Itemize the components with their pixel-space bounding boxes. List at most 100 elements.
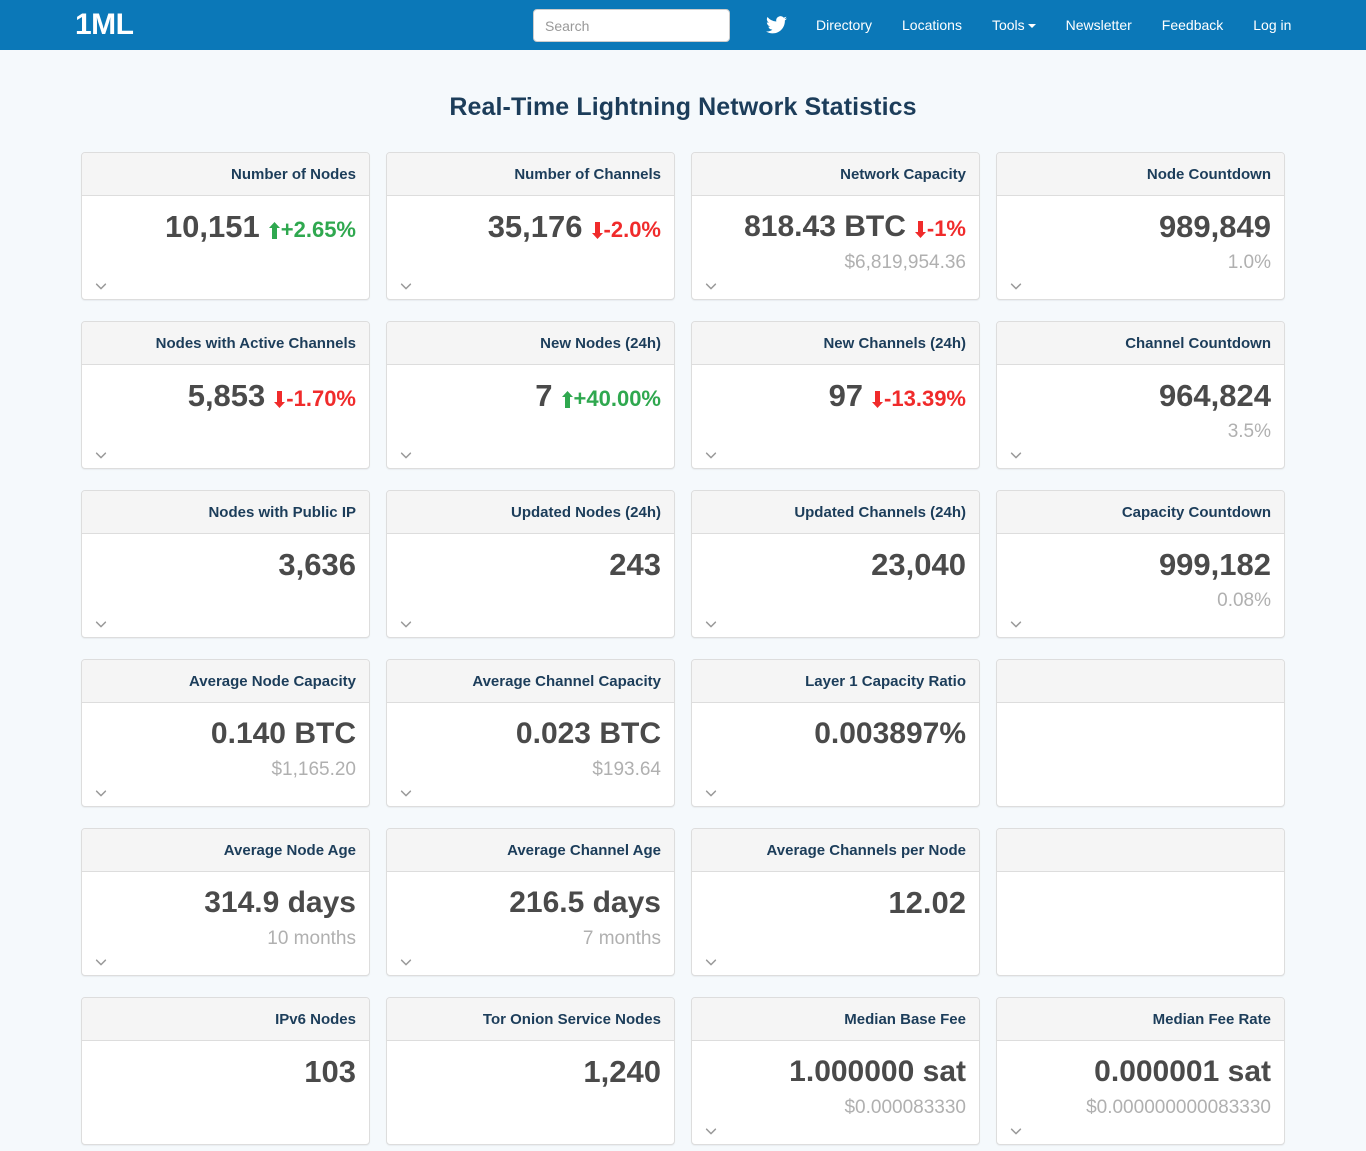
stat-card-new-nodes-24h[interactable]: New Nodes (24h) 7 +40.00% xyxy=(386,321,675,469)
stat-card-new-channels-24h[interactable]: New Channels (24h) 97 -13.39% xyxy=(691,321,980,469)
expand-chevron-down-icon[interactable] xyxy=(1009,617,1023,631)
stat-card-empty-1[interactable] xyxy=(996,659,1285,807)
expand-chevron-down-icon[interactable] xyxy=(704,786,718,800)
expand-chevron-down-icon[interactable] xyxy=(704,1124,718,1138)
stat-delta-text: -2.0% xyxy=(603,217,661,242)
stat-cell-new-channels-24h: New Channels (24h) 97 -13.39% xyxy=(683,321,988,469)
expand-chevron-down-icon[interactable] xyxy=(399,279,413,293)
stat-card-header: Number of Nodes xyxy=(82,153,369,196)
twitter-icon[interactable] xyxy=(750,0,801,50)
stat-card-nodes-with-active-channels[interactable]: Nodes with Active Channels 5,853 -1.70% xyxy=(81,321,370,469)
nav-link-label: Locations xyxy=(902,17,962,33)
stat-card-layer-1-capacity-ratio[interactable]: Layer 1 Capacity Ratio 0.003897% xyxy=(691,659,980,807)
expand-chevron-down-icon[interactable] xyxy=(399,786,413,800)
stat-card-node-countdown[interactable]: Node Countdown 989,849 1.0% xyxy=(996,152,1285,300)
stat-value-row: 999,182 xyxy=(1010,543,1271,587)
stat-card-average-node-age[interactable]: Average Node Age 314.9 days 10 months xyxy=(81,828,370,976)
expand-chevron-down-icon[interactable] xyxy=(94,279,108,293)
stat-value: 5,853 xyxy=(187,378,266,413)
expand-chevron-down-icon[interactable] xyxy=(94,617,108,631)
stat-card-title: Nodes with Active Channels xyxy=(155,334,356,352)
expand-chevron-down-icon[interactable] xyxy=(704,279,718,293)
stat-card-title: Average Channel Capacity xyxy=(472,672,661,690)
stat-card-body: 1.000000 sat $0.000083330 xyxy=(692,1041,979,1144)
page-title: Real-Time Lightning Network Statistics xyxy=(449,93,917,121)
stat-card-body: 1,240 xyxy=(387,1041,674,1144)
stat-card-average-node-capacity[interactable]: Average Node Capacity 0.140 BTC $1,165.2… xyxy=(81,659,370,807)
stat-card-empty-2[interactable] xyxy=(996,828,1285,976)
stat-card-tor-onion-service-nodes[interactable]: Tor Onion Service Nodes 1,240 xyxy=(386,997,675,1145)
stats-grid: Number of Nodes 10,151 +2.65% Number of … xyxy=(73,122,1293,1151)
expand-chevron-down-icon[interactable] xyxy=(94,448,108,462)
stat-card-body xyxy=(997,703,1284,806)
expand-chevron-down-icon[interactable] xyxy=(704,955,718,969)
nav-links: Directory Locations Tools Newsletter Fee… xyxy=(750,0,1306,50)
stat-card-nodes-with-public-ip[interactable]: Nodes with Public IP 3,636 xyxy=(81,490,370,638)
stat-card-header: Average Channels per Node xyxy=(692,829,979,872)
nav-link-label: Directory xyxy=(816,17,873,33)
stat-card-body: 818.43 BTC -1% $6,819,954.36 xyxy=(692,196,979,299)
stat-card-updated-nodes-24h[interactable]: Updated Nodes (24h) 243 xyxy=(386,490,675,638)
stat-card-median-fee-rate[interactable]: Median Fee Rate 0.000001 sat $0.00000000… xyxy=(996,997,1285,1145)
nav-link-locations[interactable]: Locations xyxy=(887,0,977,50)
nav-link-log-in[interactable]: Log in xyxy=(1238,0,1306,50)
stat-card-title: Number of Channels xyxy=(514,165,661,183)
stat-value-row: 3,636 xyxy=(95,543,356,587)
stat-subvalue: $6,819,954.36 xyxy=(844,252,966,273)
stat-value: 216.5 days xyxy=(509,886,661,919)
stat-delta-text: +40.00% xyxy=(573,386,661,411)
expand-chevron-down-icon[interactable] xyxy=(1009,448,1023,462)
expand-chevron-down-icon[interactable] xyxy=(94,786,108,800)
stat-card-header: New Nodes (24h) xyxy=(387,322,674,365)
stat-value: 314.9 days xyxy=(204,886,356,919)
nav-link-tools[interactable]: Tools xyxy=(977,0,1051,50)
stat-card-body: 12.02 xyxy=(692,872,979,975)
expand-chevron-down-icon[interactable] xyxy=(399,955,413,969)
brand-logo[interactable]: 1ML xyxy=(75,10,134,40)
stat-card-title: Node Countdown xyxy=(1146,165,1271,183)
stat-card-average-channel-age[interactable]: Average Channel Age 216.5 days 7 months xyxy=(386,828,675,976)
stat-card-header: Capacity Countdown xyxy=(997,491,1284,534)
nav-link-directory[interactable]: Directory xyxy=(801,0,887,50)
chevron-down-icon xyxy=(1027,24,1036,28)
stat-value: 818.43 BTC xyxy=(744,210,906,243)
stat-card-ipv6-nodes[interactable]: IPv6 Nodes 103 xyxy=(81,997,370,1145)
trend-arrow-icon xyxy=(561,391,573,408)
stat-value-row: 314.9 days xyxy=(95,881,356,925)
expand-chevron-down-icon[interactable] xyxy=(704,448,718,462)
nav-link-newsletter[interactable]: Newsletter xyxy=(1051,0,1147,50)
stat-cell-network-capacity: Network Capacity 818.43 BTC -1% $6,819,9… xyxy=(683,152,988,300)
stat-cell-node-countdown: Node Countdown 989,849 1.0% xyxy=(988,152,1293,300)
stat-card-header: Number of Channels xyxy=(387,153,674,196)
stat-subvalue: $1,165.20 xyxy=(271,759,356,780)
nav-link-feedback[interactable]: Feedback xyxy=(1147,0,1238,50)
stat-card-updated-channels-24h[interactable]: Updated Channels (24h) 23,040 xyxy=(691,490,980,638)
stat-card-number-of-nodes[interactable]: Number of Nodes 10,151 +2.65% xyxy=(81,152,370,300)
stat-card-average-channel-capacity[interactable]: Average Channel Capacity 0.023 BTC $193.… xyxy=(386,659,675,807)
expand-chevron-down-icon[interactable] xyxy=(399,617,413,631)
stat-card-channel-countdown[interactable]: Channel Countdown 964,824 3.5% xyxy=(996,321,1285,469)
expand-chevron-down-icon[interactable] xyxy=(704,617,718,631)
stat-card-header: Average Node Age xyxy=(82,829,369,872)
stat-card-body: 0.000001 sat $0.000000000083330 xyxy=(997,1041,1284,1144)
expand-chevron-down-icon[interactable] xyxy=(94,955,108,969)
stat-card-network-capacity[interactable]: Network Capacity 818.43 BTC -1% $6,819,9… xyxy=(691,152,980,300)
stat-card-average-channels-per-node[interactable]: Average Channels per Node 12.02 xyxy=(691,828,980,976)
stat-cell-updated-nodes-24h: Updated Nodes (24h) 243 xyxy=(378,490,683,638)
stat-card-median-base-fee[interactable]: Median Base Fee 1.000000 sat $0.00008333… xyxy=(691,997,980,1145)
stat-delta-text: -1.70% xyxy=(286,386,356,411)
stat-value-row: 0.140 BTC xyxy=(95,712,356,756)
search-input[interactable] xyxy=(533,9,730,42)
stat-card-number-of-channels[interactable]: Number of Channels 35,176 -2.0% xyxy=(386,152,675,300)
stat-value: 964,824 xyxy=(1158,378,1271,413)
stat-card-body xyxy=(997,872,1284,975)
stat-card-body: 97 -13.39% xyxy=(692,365,979,468)
stat-value: 1,240 xyxy=(583,1054,661,1089)
stat-value-row: 989,849 xyxy=(1010,205,1271,249)
stat-card-body: 964,824 3.5% xyxy=(997,365,1284,468)
stat-card-capacity-countdown[interactable]: Capacity Countdown 999,182 0.08% xyxy=(996,490,1285,638)
expand-chevron-down-icon[interactable] xyxy=(1009,279,1023,293)
expand-chevron-down-icon[interactable] xyxy=(1009,1124,1023,1138)
expand-chevron-down-icon[interactable] xyxy=(399,448,413,462)
stat-cell-ipv6-nodes: IPv6 Nodes 103 xyxy=(73,997,378,1145)
